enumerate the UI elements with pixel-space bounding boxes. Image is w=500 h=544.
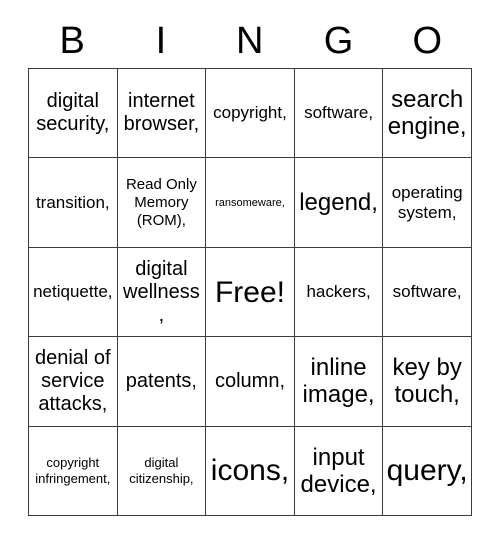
bingo-cell-r1c4[interactable]: software, — [294, 69, 384, 159]
bingo-cell-r2c5[interactable]: operating system, — [383, 158, 472, 248]
bingo-cell-label: Read Only Memory (ROM), — [125, 175, 197, 229]
bingo-header-letter-i: I — [155, 20, 167, 62]
bingo-row: netiquette, digital wellness, Free! hack… — [29, 247, 472, 338]
bingo-cell-label: netiquette, — [33, 282, 113, 302]
bingo-cell-label: key by touch, — [392, 354, 462, 409]
bingo-cell-label: hackers, — [306, 282, 371, 302]
bingo-cell-label: inline image, — [302, 354, 375, 409]
bingo-grid: digital security, internet browser, copy… — [28, 68, 472, 517]
bingo-cell-r1c3[interactable]: copyright, — [206, 69, 295, 159]
bingo-cell-r3c5[interactable]: software, — [383, 247, 472, 338]
bingo-cell-r2c2[interactable]: Read Only Memory (ROM), — [117, 158, 207, 248]
bingo-row: transition, Read Only Memory (ROM), rans… — [29, 158, 472, 248]
bingo-cell-r5c5[interactable]: query, — [383, 426, 472, 517]
bingo-cell-label: denial of service attacks, — [34, 346, 111, 415]
bingo-row: copyright infringement, digital citizens… — [29, 426, 472, 517]
bingo-cell-label: software, — [392, 282, 462, 302]
bingo-cell-label: search engine, — [387, 86, 467, 141]
bingo-header-letter-g: G — [323, 20, 354, 62]
bingo-header-letter-b: B — [59, 20, 86, 62]
bingo-cell-free-space[interactable]: Free! — [206, 247, 295, 338]
bingo-cell-r4c3[interactable]: column, — [206, 337, 295, 427]
bingo-cell-label: icons, — [210, 454, 290, 488]
bingo-cell-label: query, — [386, 454, 468, 488]
bingo-row: digital security, internet browser, copy… — [29, 69, 472, 159]
bingo-cell-label: digital wellness, — [123, 257, 200, 326]
bingo-header-letter-n: N — [236, 20, 264, 62]
bingo-cell-label: legend, — [299, 189, 378, 217]
bingo-card: B I N G O digital security, internet bro… — [28, 14, 472, 517]
bingo-free-space-label: Free! — [214, 275, 285, 309]
bingo-cell-label: software, — [304, 103, 374, 123]
bingo-cell-label: input device, — [300, 443, 377, 498]
bingo-cell-r3c2[interactable]: digital wellness, — [117, 247, 207, 338]
bingo-header-row: B I N G O — [28, 14, 472, 68]
bingo-cell-label: transition, — [35, 192, 110, 212]
bingo-cell-label: internet browser, — [123, 90, 200, 136]
bingo-cell-r1c5[interactable]: search engine, — [383, 69, 472, 159]
bingo-cell-label: digital citizenship, — [129, 454, 194, 486]
bingo-cell-r1c2[interactable]: internet browser, — [117, 69, 207, 159]
bingo-cell-label: copyright, — [213, 103, 287, 123]
bingo-cell-label: operating system, — [391, 182, 463, 222]
bingo-row: denial of service attacks, patents, colu… — [29, 337, 472, 427]
bingo-cell-r3c4[interactable]: hackers, — [294, 247, 384, 338]
bingo-cell-r5c1[interactable]: copyright infringement, — [29, 426, 118, 517]
bingo-cell-label: ransomeware, — [215, 196, 285, 209]
bingo-cell-r5c4[interactable]: input device, — [294, 426, 384, 517]
bingo-cell-r4c4[interactable]: inline image, — [294, 337, 384, 427]
bingo-cell-label: column, — [214, 369, 285, 392]
bingo-cell-r3c1[interactable]: netiquette, — [29, 247, 118, 338]
bingo-cell-r2c1[interactable]: transition, — [29, 158, 118, 248]
bingo-cell-label: copyright infringement, — [35, 454, 111, 486]
bingo-cell-label: digital security, — [36, 90, 110, 136]
bingo-cell-r4c2[interactable]: patents, — [117, 337, 207, 427]
bingo-cell-r4c5[interactable]: key by touch, — [383, 337, 472, 427]
bingo-cell-r5c2[interactable]: digital citizenship, — [117, 426, 207, 517]
bingo-cell-r1c1[interactable]: digital security, — [29, 69, 118, 159]
bingo-cell-r5c3[interactable]: icons, — [206, 426, 295, 517]
bingo-cell-r2c4[interactable]: legend, — [294, 158, 384, 248]
bingo-cell-r4c1[interactable]: denial of service attacks, — [29, 337, 118, 427]
bingo-header-letter-o: O — [412, 20, 443, 62]
bingo-cell-r2c3[interactable]: ransomeware, — [206, 158, 295, 248]
bingo-cell-label: patents, — [125, 369, 197, 392]
